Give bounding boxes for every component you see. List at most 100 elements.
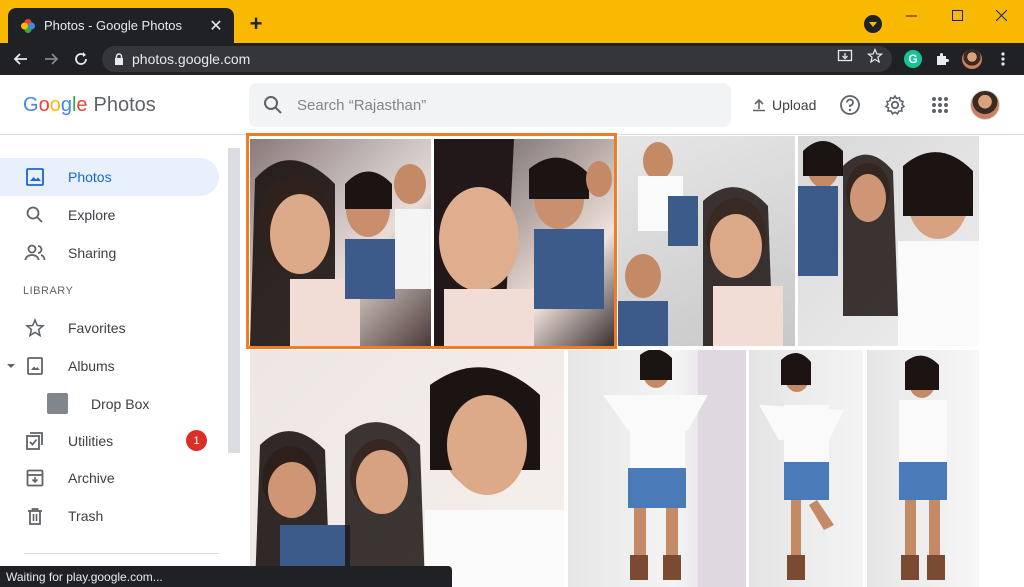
sidebar-item-label: Sharing — [68, 245, 117, 261]
more-vert-icon — [1001, 52, 1005, 66]
photo-icon — [24, 166, 46, 188]
sidebar-scrollbar[interactable] — [228, 148, 240, 453]
lock-icon — [115, 53, 123, 65]
browser-title-bar: Photos - Google Photos ✕ + — [0, 0, 1024, 43]
install-icon — [837, 49, 853, 62]
install-app-button[interactable] — [836, 47, 854, 65]
profile-button[interactable] — [962, 49, 982, 69]
selected-photos-highlight — [246, 133, 617, 349]
star-outline-icon — [867, 48, 883, 64]
help-button[interactable] — [838, 93, 862, 117]
sidebar-item-label: Photos — [68, 169, 112, 185]
star-icon — [24, 317, 46, 339]
extensions-button[interactable] — [932, 49, 952, 69]
sidebar-item-favorites[interactable]: Favorites — [0, 309, 219, 347]
app-header: Google Photos Upload — [0, 75, 1024, 135]
search-icon[interactable] — [263, 95, 283, 115]
sidebar-item-trash[interactable]: Trash — [0, 497, 219, 535]
photo-thumbnail[interactable] — [618, 136, 795, 346]
forward-button[interactable] — [39, 47, 63, 71]
sidebar-item-label: Albums — [68, 358, 115, 374]
apps-button[interactable] — [928, 93, 952, 117]
gear-icon — [884, 94, 906, 115]
sidebar-item-drop-box[interactable]: Drop Box — [0, 385, 219, 423]
sidebar-item-sharing[interactable]: Sharing — [0, 234, 219, 272]
notification-badge: 1 — [186, 430, 207, 451]
back-button[interactable] — [9, 47, 33, 71]
caret-down-icon[interactable] — [7, 362, 15, 370]
sidebar-item-label: Favorites — [68, 320, 126, 336]
close-icon — [995, 9, 1007, 21]
google-photos-favicon — [21, 18, 35, 33]
apps-grid-icon — [932, 97, 948, 113]
photo-image — [798, 141, 979, 346]
upload-button[interactable]: Upload — [752, 93, 816, 117]
sidebar-divider — [24, 553, 219, 554]
photo-image — [899, 355, 947, 580]
sidebar-item-label: Drop Box — [91, 396, 150, 412]
photo-thumbnail[interactable] — [568, 350, 746, 587]
sidebar-item-utilities[interactable]: Utilities 1 — [0, 422, 219, 460]
puzzle-icon — [937, 53, 949, 65]
photo-image — [759, 352, 844, 580]
account-avatar[interactable] — [970, 90, 1000, 120]
sidebar-item-label: Archive — [68, 470, 115, 486]
browser-tab[interactable]: Photos - Google Photos ✕ — [8, 8, 234, 43]
reload-icon — [75, 52, 87, 65]
tab-search-button[interactable] — [864, 15, 882, 33]
arrow-left-icon — [13, 53, 27, 65]
minimize-button[interactable] — [888, 0, 934, 30]
photo-thumbnail[interactable] — [749, 350, 863, 587]
maximize-button[interactable] — [934, 0, 980, 30]
logo-letter: e — [76, 94, 88, 116]
url-text: photos.google.com — [132, 51, 251, 67]
photo-thumbnail[interactable] — [250, 350, 564, 587]
logo-letter: o — [49, 94, 61, 116]
sidebar-item-photos[interactable]: Photos — [0, 158, 219, 196]
sidebar-item-label: Trash — [68, 508, 104, 524]
logo-letter: o — [38, 94, 50, 116]
search-icon — [24, 204, 46, 226]
help-icon — [840, 95, 860, 115]
sidebar-item-archive[interactable]: Archive — [0, 459, 219, 497]
photo-image — [618, 142, 783, 346]
close-window-button[interactable] — [978, 0, 1024, 30]
sidebar: Photos Explore Sharing LIBRARY Favorites… — [0, 136, 245, 587]
logo-letter: G — [23, 94, 39, 116]
grammarly-extension[interactable]: G — [903, 49, 923, 69]
photo-thumbnail[interactable] — [867, 350, 979, 587]
album-icon — [24, 355, 46, 377]
sidebar-item-albums[interactable]: Albums — [0, 347, 219, 385]
address-bar[interactable]: photos.google.com — [102, 46, 892, 72]
product-name: Photos — [93, 94, 156, 116]
status-bubble: Waiting for play.google.com... — [0, 566, 452, 587]
settings-button[interactable] — [883, 93, 907, 117]
google-photos-logo[interactable]: Google Photos — [23, 94, 156, 117]
new-tab-button[interactable]: + — [244, 11, 268, 36]
reload-button[interactable] — [69, 47, 93, 71]
profile-avatar — [962, 49, 982, 69]
close-tab-icon[interactable]: ✕ — [206, 16, 226, 36]
logo-letter: g — [60, 94, 72, 116]
upload-label: Upload — [772, 97, 817, 113]
sidebar-item-explore[interactable]: Explore — [0, 196, 219, 234]
people-icon — [24, 242, 46, 264]
google-wordmark: Google — [23, 94, 88, 117]
archive-icon — [24, 467, 46, 489]
sidebar-item-label: Explore — [68, 207, 116, 223]
photo-image — [603, 350, 746, 587]
tab-title: Photos - Google Photos — [44, 18, 183, 33]
search-box[interactable] — [249, 83, 731, 127]
bookmark-button[interactable] — [866, 47, 884, 65]
maximize-icon — [951, 9, 963, 21]
sidebar-item-label: Utilities — [68, 433, 114, 449]
chevron-down-icon — [869, 22, 877, 27]
upload-icon — [753, 98, 765, 112]
browser-menu-button[interactable] — [993, 49, 1013, 69]
trash-icon — [24, 505, 46, 527]
photo-thumbnail[interactable] — [798, 136, 979, 346]
grammarly-icon: G — [904, 50, 922, 68]
browser-toolbar: photos.google.com G — [0, 43, 1024, 75]
search-input[interactable] — [297, 96, 697, 114]
minimize-icon — [905, 15, 917, 16]
